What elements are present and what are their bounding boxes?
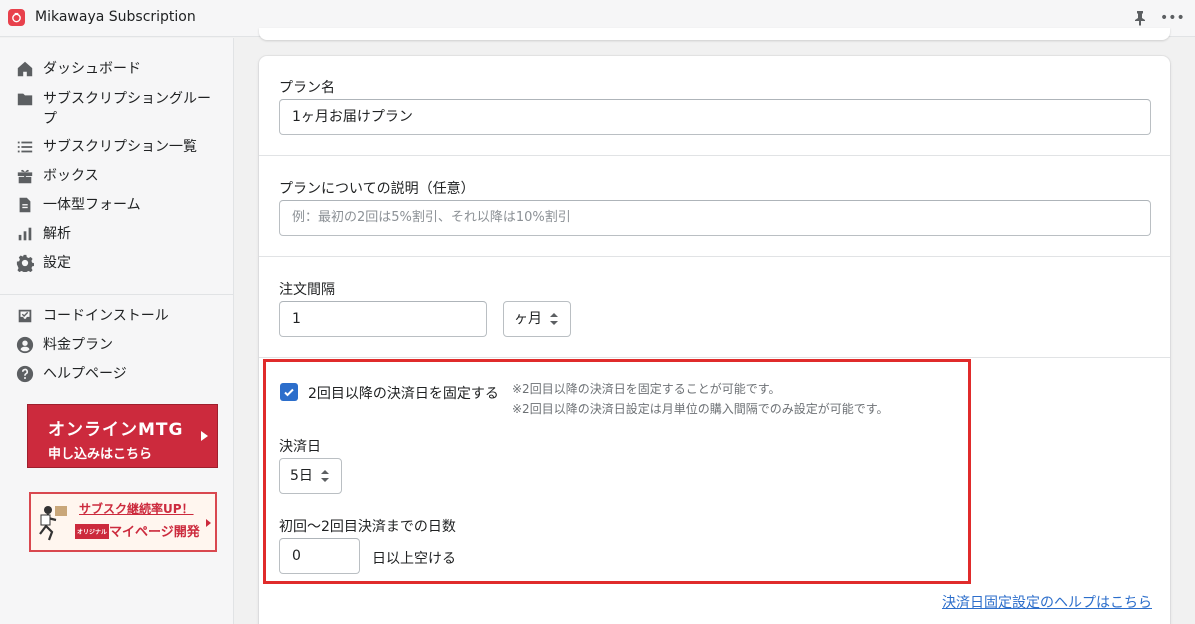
- billing-day-select[interactable]: 5日: [279, 458, 342, 494]
- running-person-icon: [39, 506, 67, 541]
- sidebar-item-integrated-form[interactable]: 一体型フォーム: [15, 195, 223, 215]
- sidebar: ダッシュボード サブスクリプショングループ サブスクリプション一覧 ボックス 一…: [0, 38, 234, 624]
- sidebar-item-label: 一体型フォーム: [43, 197, 141, 213]
- banner-title: オンラインMTG: [48, 420, 184, 440]
- interval-unit-value: ヶ月: [514, 311, 542, 327]
- sidebar-item-label: 解析: [43, 226, 71, 242]
- banner-mypage-title: マイページ開発: [109, 525, 200, 540]
- select-caret-icon: [550, 313, 558, 325]
- sidebar-item-label: コードインストール: [43, 308, 169, 324]
- mypage-banner[interactable]: サブスク継続率UP！ オリジナル マイページ開発: [29, 492, 217, 552]
- sidebar-item-subscription-list[interactable]: サブスクリプション一覧: [15, 137, 223, 157]
- more-options-icon[interactable]: •••: [1160, 11, 1185, 25]
- fixed-billing-label[interactable]: 2回目以降の決済日を固定する: [308, 383, 499, 403]
- description-input[interactable]: 例：最初の2回は5%割引、それ以降は10%割引: [279, 200, 1151, 236]
- days-until-second-label: 初回〜2回目決済までの日数: [279, 519, 456, 535]
- sidebar-item-label: 料金プラン: [43, 337, 113, 353]
- fixed-billing-checkbox[interactable]: [280, 383, 298, 401]
- sidebar-item-help[interactable]: ヘルプページ: [15, 364, 223, 384]
- interval-label: 注文間隔: [279, 282, 335, 298]
- interval-input[interactable]: 1: [279, 301, 487, 337]
- sidebar-item-label: ボックス: [43, 168, 99, 184]
- checkmark-icon: [284, 388, 294, 397]
- arrow-right-icon: [206, 519, 211, 527]
- inbox-icon: [15, 306, 35, 326]
- sidebar-item-label: 設定: [43, 255, 71, 271]
- banner-mypage-tag: オリジナル: [75, 524, 110, 539]
- sidebar-item-box[interactable]: ボックス: [15, 166, 223, 186]
- sidebar-item-code-install[interactable]: コードインストール: [15, 306, 223, 326]
- billing-day-value: 5日: [290, 468, 313, 484]
- billing-day-label: 決済日: [279, 439, 321, 455]
- interval-unit-select[interactable]: ヶ月: [503, 301, 571, 337]
- sidebar-item-label: ダッシュボード: [43, 61, 141, 77]
- days-suffix-label: 日以上空ける: [372, 551, 456, 567]
- sidebar-divider: [0, 294, 234, 295]
- section-divider: [259, 256, 1170, 257]
- sidebar-item-label: サブスクリプショングループ: [43, 91, 211, 127]
- select-caret-icon: [320, 470, 329, 482]
- sidebar-item-dashboard[interactable]: ダッシュボード: [15, 59, 223, 79]
- sidebar-item-label: ヘルプページ: [43, 366, 127, 382]
- sidebar-item-pricing[interactable]: 料金プラン: [15, 335, 223, 355]
- document-icon: [15, 195, 35, 215]
- gift-icon: [15, 166, 35, 186]
- previous-card-bottom: [259, 28, 1170, 40]
- user-icon: [15, 335, 35, 355]
- description-label: プランについての説明（任意）: [279, 181, 475, 197]
- days-until-second-input[interactable]: 0: [279, 538, 360, 574]
- section-divider: [259, 357, 1170, 358]
- list-icon: [15, 137, 35, 157]
- sidebar-item-label: サブスクリプション一覧: [43, 139, 197, 155]
- fixed-billing-note-1: ※2回目以降の決済日を固定することが可能です。: [512, 382, 781, 396]
- section-divider: [259, 155, 1170, 156]
- sidebar-item-analytics[interactable]: 解析: [15, 224, 223, 244]
- plan-name-input[interactable]: 1ヶ月お届けプラン: [279, 99, 1151, 135]
- fixed-billing-help-link[interactable]: 決済日固定設定のヘルプはこちら: [942, 592, 1152, 612]
- bar-chart-icon: [15, 224, 35, 244]
- sidebar-item-subscription-groups[interactable]: サブスクリプショングループ: [15, 89, 223, 129]
- arrow-right-icon: [201, 431, 208, 441]
- sidebar-item-settings[interactable]: 設定: [15, 253, 223, 273]
- gear-icon: [15, 253, 35, 273]
- pin-icon[interactable]: [1133, 10, 1147, 26]
- banner-mypage-headline: サブスク継続率UP！: [79, 502, 194, 516]
- fixed-billing-note-2: ※2回目以降の決済日設定は月単位の購入間隔でのみ設定が可能です。: [512, 402, 889, 416]
- online-mtg-banner[interactable]: オンラインMTG 申し込みはこちら: [27, 404, 218, 468]
- home-icon: [15, 59, 35, 79]
- banner-subtitle: 申し込みはこちら: [48, 447, 153, 462]
- plan-name-label: プラン名: [279, 80, 335, 96]
- folder-icon: [15, 89, 35, 109]
- question-icon: [15, 364, 35, 384]
- app-logo-icon: [8, 9, 25, 26]
- app-title: Mikawaya Subscription: [35, 9, 196, 25]
